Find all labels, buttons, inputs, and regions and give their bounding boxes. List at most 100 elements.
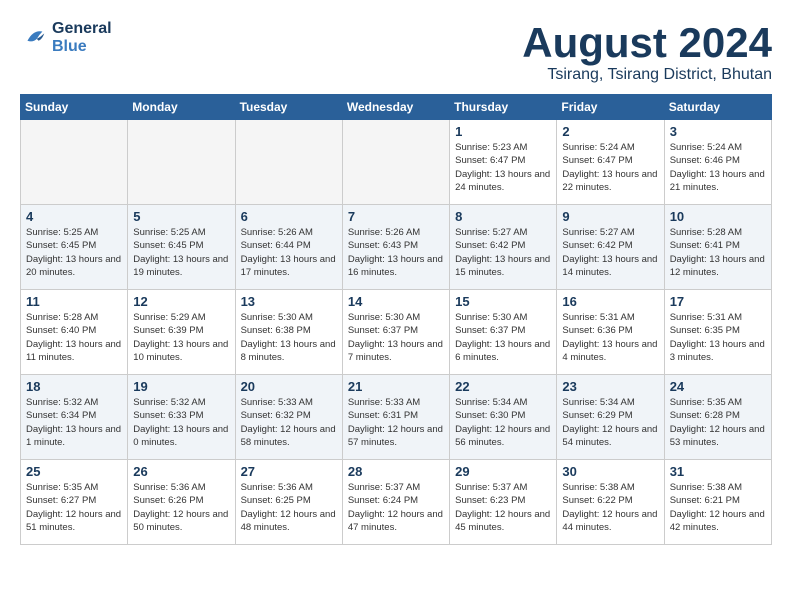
day-number: 15: [455, 294, 551, 309]
day-number: 3: [670, 124, 766, 139]
day-info: Sunrise: 5:37 AMSunset: 6:24 PMDaylight:…: [348, 481, 444, 534]
calendar-cell: 11 Sunrise: 5:28 AMSunset: 6:40 PMDayligh…: [21, 290, 128, 375]
day-number: 2: [562, 124, 658, 139]
day-number: 17: [670, 294, 766, 309]
calendar-cell: 14Sunrise: 5:30 AMSunset: 6:37 PMDayligh…: [342, 290, 449, 375]
day-info: Sunrise: 5:34 AMSunset: 6:30 PMDaylight:…: [455, 396, 551, 449]
day-number: 29: [455, 464, 551, 479]
day-info: Sunrise: 5:33 AMSunset: 6:32 PMDaylight:…: [241, 396, 337, 449]
calendar-cell: 21 Sunrise: 5:33 AMSunset: 6:31 PMDayligh…: [342, 375, 449, 460]
calendar-week-5: 25Sunrise: 5:35 AMSunset: 6:27 PMDayligh…: [21, 460, 772, 545]
calendar-cell: 17 Sunrise: 5:31 AMSunset: 6:35 PMDayligh…: [664, 290, 771, 375]
day-number: 22: [455, 379, 551, 394]
header-tuesday: Tuesday: [235, 95, 342, 120]
calendar-week-4: 18Sunrise: 5:32 AMSunset: 6:34 PMDayligh…: [21, 375, 772, 460]
day-info: Sunrise: 5:33 AMSunset: 6:31 PMDaylight:…: [348, 396, 444, 449]
calendar-week-3: 11 Sunrise: 5:28 AMSunset: 6:40 PMDayligh…: [21, 290, 772, 375]
day-info: Sunrise: 5:32 AMSunset: 6:33 PMDaylight:…: [133, 396, 229, 449]
day-number: 8: [455, 209, 551, 224]
day-number: 30: [562, 464, 658, 479]
title-section: August 2024 Tsirang, Tsirang District, B…: [522, 20, 772, 84]
header-monday: Monday: [128, 95, 235, 120]
calendar-cell: 29 Sunrise: 5:37 AMSunset: 6:23 PMDayligh…: [450, 460, 557, 545]
calendar-cell: 31 Sunrise: 5:38 AMSunset: 6:21 PMDayligh…: [664, 460, 771, 545]
calendar-header-row: SundayMondayTuesdayWednesdayThursdayFrid…: [21, 95, 772, 120]
day-number: 20: [241, 379, 337, 394]
logo-text: General Blue: [52, 20, 112, 56]
calendar-title: August 2024: [522, 20, 772, 66]
day-info: Sunrise: 5:27 AMSunset: 6:42 PMDaylight:…: [562, 226, 658, 279]
day-number: 16: [562, 294, 658, 309]
calendar-cell: [21, 120, 128, 205]
calendar-cell: 26 Sunrise: 5:36 AMSunset: 6:26 PMDayligh…: [128, 460, 235, 545]
calendar-cell: 27 Sunrise: 5:36 AMSunset: 6:25 PMDayligh…: [235, 460, 342, 545]
calendar-cell: 16 Sunrise: 5:31 AMSunset: 6:36 PMDayligh…: [557, 290, 664, 375]
calendar-subtitle: Tsirang, Tsirang District, Bhutan: [522, 66, 772, 84]
day-info: Sunrise: 5:26 AMSunset: 6:43 PMDaylight:…: [348, 226, 444, 279]
day-number: 24: [670, 379, 766, 394]
day-info: Sunrise: 5:28 AMSunset: 6:40 PMDaylight:…: [26, 311, 122, 364]
logo: General Blue: [20, 20, 112, 56]
calendar-cell: 10Sunrise: 5:28 AMSunset: 6:41 PMDayligh…: [664, 205, 771, 290]
header-wednesday: Wednesday: [342, 95, 449, 120]
day-info: Sunrise: 5:24 AMSunset: 6:46 PMDaylight:…: [670, 141, 766, 194]
day-number: 11: [26, 294, 122, 309]
day-info: Sunrise: 5:25 AMSunset: 6:45 PMDaylight:…: [26, 226, 122, 279]
day-number: 31: [670, 464, 766, 479]
header-friday: Friday: [557, 95, 664, 120]
calendar-cell: 15 Sunrise: 5:30 AMSunset: 6:37 PMDayligh…: [450, 290, 557, 375]
calendar-cell: 8 Sunrise: 5:27 AMSunset: 6:42 PMDaylight…: [450, 205, 557, 290]
calendar-week-1: 1 Sunrise: 5:23 AMSunset: 6:47 PMDaylight…: [21, 120, 772, 205]
header-sunday: Sunday: [21, 95, 128, 120]
day-number: 21: [348, 379, 444, 394]
day-number: 13: [241, 294, 337, 309]
day-info: Sunrise: 5:25 AMSunset: 6:45 PMDaylight:…: [133, 226, 229, 279]
calendar-cell: 28 Sunrise: 5:37 AMSunset: 6:24 PMDayligh…: [342, 460, 449, 545]
day-info: Sunrise: 5:31 AMSunset: 6:35 PMDaylight:…: [670, 311, 766, 364]
day-number: 27: [241, 464, 337, 479]
day-number: 26: [133, 464, 229, 479]
day-info: Sunrise: 5:30 AMSunset: 6:37 PMDaylight:…: [455, 311, 551, 364]
day-number: 28: [348, 464, 444, 479]
day-number: 23: [562, 379, 658, 394]
day-info: Sunrise: 5:31 AMSunset: 6:36 PMDaylight:…: [562, 311, 658, 364]
day-info: Sunrise: 5:27 AMSunset: 6:42 PMDaylight:…: [455, 226, 551, 279]
day-info: Sunrise: 5:36 AMSunset: 6:25 PMDaylight:…: [241, 481, 337, 534]
header-thursday: Thursday: [450, 95, 557, 120]
day-info: Sunrise: 5:38 AMSunset: 6:22 PMDaylight:…: [562, 481, 658, 534]
day-number: 5: [133, 209, 229, 224]
day-info: Sunrise: 5:29 AMSunset: 6:39 PMDaylight:…: [133, 311, 229, 364]
day-info: Sunrise: 5:30 AMSunset: 6:38 PMDaylight:…: [241, 311, 337, 364]
calendar-week-2: 4Sunrise: 5:25 AMSunset: 6:45 PMDaylight…: [21, 205, 772, 290]
day-info: Sunrise: 5:35 AMSunset: 6:27 PMDaylight:…: [26, 481, 122, 534]
day-info: Sunrise: 5:37 AMSunset: 6:23 PMDaylight:…: [455, 481, 551, 534]
calendar-cell: [342, 120, 449, 205]
calendar-cell: 6 Sunrise: 5:26 AMSunset: 6:44 PMDaylight…: [235, 205, 342, 290]
calendar-cell: 12 Sunrise: 5:29 AMSunset: 6:39 PMDayligh…: [128, 290, 235, 375]
calendar-cell: 24 Sunrise: 5:35 AMSunset: 6:28 PMDayligh…: [664, 375, 771, 460]
day-info: Sunrise: 5:28 AMSunset: 6:41 PMDaylight:…: [670, 226, 766, 279]
day-number: 9: [562, 209, 658, 224]
calendar-cell: 1 Sunrise: 5:23 AMSunset: 6:47 PMDaylight…: [450, 120, 557, 205]
calendar-cell: 23Sunrise: 5:34 AMSunset: 6:29 PMDayligh…: [557, 375, 664, 460]
day-number: 12: [133, 294, 229, 309]
header: General Blue August 2024 Tsirang, Tsiran…: [20, 20, 772, 84]
day-info: Sunrise: 5:36 AMSunset: 6:26 PMDaylight:…: [133, 481, 229, 534]
day-number: 1: [455, 124, 551, 139]
calendar-cell: 5 Sunrise: 5:25 AMSunset: 6:45 PMDaylight…: [128, 205, 235, 290]
calendar-cell: 3 Sunrise: 5:24 AMSunset: 6:46 PMDaylight…: [664, 120, 771, 205]
day-number: 14: [348, 294, 444, 309]
day-info: Sunrise: 5:26 AMSunset: 6:44 PMDaylight:…: [241, 226, 337, 279]
logo-icon: [20, 24, 48, 52]
day-info: Sunrise: 5:38 AMSunset: 6:21 PMDaylight:…: [670, 481, 766, 534]
calendar-cell: 19 Sunrise: 5:32 AMSunset: 6:33 PMDayligh…: [128, 375, 235, 460]
day-info: Sunrise: 5:23 AMSunset: 6:47 PMDaylight:…: [455, 141, 551, 194]
day-number: 19: [133, 379, 229, 394]
calendar-cell: [235, 120, 342, 205]
day-number: 18: [26, 379, 122, 394]
calendar-cell: 25Sunrise: 5:35 AMSunset: 6:27 PMDayligh…: [21, 460, 128, 545]
header-saturday: Saturday: [664, 95, 771, 120]
calendar-table: SundayMondayTuesdayWednesdayThursdayFrid…: [20, 94, 772, 545]
day-info: Sunrise: 5:35 AMSunset: 6:28 PMDaylight:…: [670, 396, 766, 449]
day-number: 6: [241, 209, 337, 224]
